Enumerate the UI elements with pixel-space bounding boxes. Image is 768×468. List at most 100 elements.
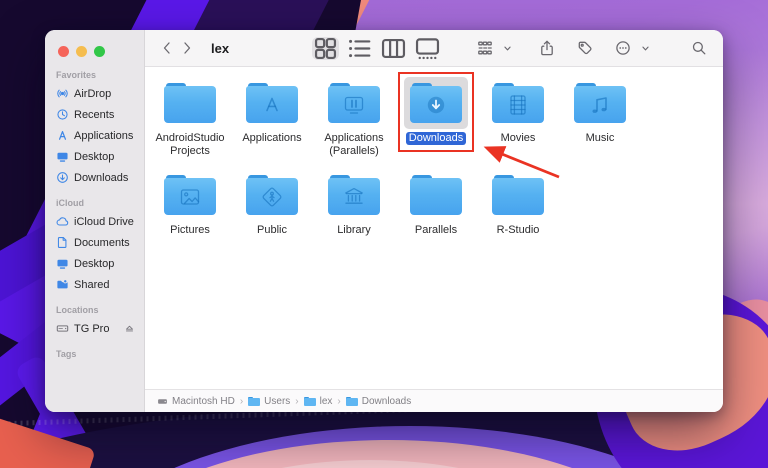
appstore-icon — [56, 129, 69, 142]
folder-applications[interactable]: Applications — [231, 77, 313, 165]
folder-icon — [240, 169, 304, 221]
path-item-users[interactable]: Users — [248, 396, 290, 407]
folder-label: Library — [337, 224, 371, 236]
sidebar-item-label: Recents — [74, 108, 115, 121]
hdd-icon — [157, 396, 168, 407]
folder-r-studio[interactable]: R-Studio — [477, 169, 559, 257]
folder-icon — [248, 396, 261, 406]
folder-pictures[interactable]: Pictures — [149, 169, 231, 257]
library-glyph-icon — [342, 185, 366, 209]
appstore-glyph-icon — [260, 93, 284, 117]
eject-icon[interactable] — [124, 323, 135, 334]
path-bar: Macintosh HD › Users › lex › Downloads — [145, 389, 723, 412]
sidebar-item-downloads[interactable]: Downloads — [45, 167, 144, 188]
folder-label: Music — [585, 132, 615, 144]
search-icon — [689, 38, 709, 58]
sidebar-item-desktop[interactable]: Desktop — [45, 146, 144, 167]
sidebar-item-label: Desktop — [74, 150, 115, 163]
sidebar-item-label: Documents — [74, 236, 130, 249]
folder-library[interactable]: Library — [313, 169, 395, 257]
folder-icon — [322, 77, 386, 129]
sidebar-item-label: TG Pro — [74, 322, 110, 335]
folder-icon — [404, 77, 468, 129]
chevron-down-icon — [497, 38, 517, 58]
public-glyph-icon — [260, 185, 284, 209]
folder-icon — [404, 169, 468, 221]
toolbar: lex — [145, 30, 723, 67]
pictures-glyph-icon — [178, 185, 202, 209]
minimize-button[interactable] — [76, 45, 87, 57]
sidebar-section-locations: Locations TG Pro — [45, 305, 144, 339]
sidebar-item-tg-pro[interactable]: TG Pro — [45, 318, 144, 339]
folder-icon — [568, 77, 632, 129]
folder-applications-parallels-[interactable]: Applications (Parallels) — [313, 77, 395, 165]
sidebar-section-title: iCloud — [56, 198, 84, 208]
folder-label: Parallels — [414, 224, 458, 236]
sidebar-item-label: Applications — [74, 129, 134, 142]
more-button[interactable] — [613, 38, 655, 58]
sidebar-item-applications[interactable]: Applications — [45, 125, 144, 146]
sidebar-item-label: AirDrop — [74, 87, 112, 100]
airdrop-icon — [56, 87, 69, 100]
share-icon — [537, 38, 557, 58]
folder-icon — [240, 77, 304, 129]
folder-androidstudioprojects[interactable]: AndroidStudioProjects — [149, 77, 231, 165]
folder-icon — [303, 396, 316, 406]
folder-icon — [486, 77, 550, 129]
folder-parallels[interactable]: Parallels — [395, 169, 477, 257]
group-button[interactable] — [475, 38, 517, 58]
sidebar-item-documents[interactable]: Documents — [45, 232, 144, 253]
path-item-label: Downloads — [361, 395, 412, 407]
path-separator: › — [239, 395, 244, 407]
folder-music[interactable]: Music — [559, 77, 641, 165]
column-view-button[interactable] — [380, 37, 407, 60]
path-separator: › — [337, 395, 341, 407]
sidebar-item-label: Shared — [74, 278, 110, 291]
sidebar-section-icloud: iCloud iCloud Drive Documents Desktop Shared — [45, 198, 144, 295]
sidebar-item-recents[interactable]: Recents — [45, 104, 144, 125]
folder-downloads[interactable]: Downloads — [395, 72, 477, 165]
gallery-view-button[interactable] — [414, 37, 441, 60]
view-mode-switcher — [312, 36, 441, 60]
path-item-downloads[interactable]: Downloads — [345, 395, 412, 407]
cloud-icon — [56, 215, 69, 228]
sidebar-item-desktop[interactable]: Desktop — [45, 253, 144, 274]
search-button[interactable] — [689, 38, 709, 58]
share-button[interactable] — [537, 38, 557, 58]
tags-button[interactable] — [575, 38, 595, 58]
document-icon — [56, 236, 69, 249]
drive-icon — [56, 322, 69, 335]
folder-public[interactable]: Public — [231, 169, 313, 257]
sidebar-item-airdrop[interactable]: AirDrop — [45, 83, 144, 104]
monitor-icon — [56, 257, 69, 270]
music-glyph-icon — [588, 93, 612, 117]
sharedfolder-icon — [56, 278, 69, 291]
path-item-macintosh-hd[interactable]: Macintosh HD — [157, 396, 235, 407]
zoom-button[interactable] — [94, 45, 105, 57]
sidebar-section-tags: Tags — [45, 349, 144, 359]
folder-icon — [158, 77, 222, 129]
movies-glyph-icon — [506, 93, 530, 117]
monitor-icon — [56, 150, 69, 163]
list-view-button[interactable] — [346, 37, 373, 60]
sidebar-item-label: iCloud Drive — [74, 215, 134, 228]
back-button[interactable] — [157, 38, 177, 58]
parallels-glyph-icon — [342, 93, 366, 117]
sidebar-item-icloud-drive[interactable]: iCloud Drive — [45, 211, 144, 232]
plain-folder-icon — [424, 185, 448, 209]
folder-label: Pictures — [170, 224, 210, 236]
ellipsis-circle-icon — [613, 38, 633, 58]
forward-button[interactable] — [177, 38, 197, 58]
sidebar-section-favorites: Favorites AirDrop Recents Applications Deskt… — [45, 70, 144, 188]
folder-label: R-Studio — [496, 224, 540, 236]
path-item-label: Users — [264, 395, 291, 407]
sidebar-section-title: Favorites — [56, 70, 97, 80]
sidebar-item-shared[interactable]: Shared — [45, 274, 144, 295]
path-item-lex[interactable]: lex — [303, 395, 333, 407]
icon-view-button[interactable] — [312, 36, 339, 60]
finder-main: lex AndroidStudioProjects Applications A… — [145, 30, 723, 412]
path-item-label: lex — [319, 395, 333, 407]
chevron-down-icon — [635, 38, 655, 58]
folder-movies[interactable]: Movies — [477, 77, 559, 165]
close-button[interactable] — [58, 45, 69, 57]
